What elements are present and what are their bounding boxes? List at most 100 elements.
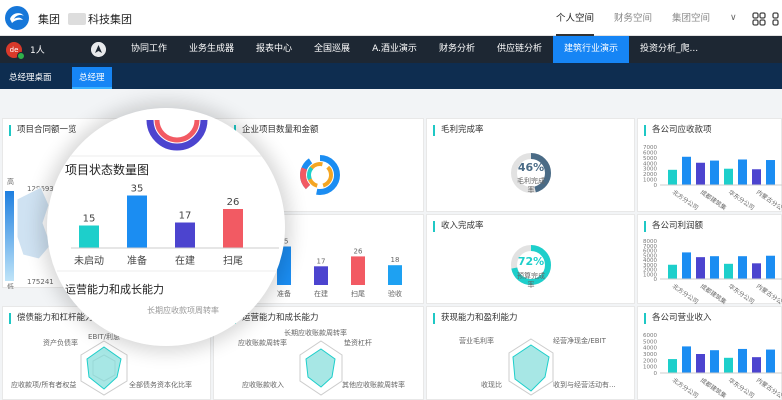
company-bar[interactable]	[752, 263, 761, 279]
gauge-percent: 46%	[518, 161, 544, 174]
avatar[interactable]: de	[6, 41, 25, 60]
sub-tab-bar: 总经理桌面 总经理	[0, 63, 782, 89]
nav-item-finance[interactable]: 财务分析	[428, 36, 486, 63]
nav-item-reports[interactable]: 报表中心	[245, 36, 303, 63]
status-bar[interactable]	[223, 209, 243, 248]
company-bar[interactable]	[668, 169, 677, 185]
company-bar[interactable]	[682, 252, 691, 279]
radar-label: 营业毛利率	[459, 336, 494, 345]
chevron-down-icon[interactable]: ∨	[730, 13, 737, 23]
company-bar[interactable]	[738, 256, 747, 279]
tab-group-space[interactable]: 集团空间	[672, 0, 710, 36]
status-bar-chart: 15 未启动 35 准备 17 在建 26 扫尾	[71, 184, 279, 267]
radar-area[interactable]	[512, 344, 550, 392]
lens-section-title: 运营能力和成长能力	[65, 282, 164, 296]
y-tick-label: 0	[654, 277, 658, 283]
status-category-label: 未启动	[74, 254, 104, 267]
status-bar-small[interactable]	[351, 256, 365, 285]
tab-personal-space[interactable]: 个人空间	[556, 0, 595, 36]
nav-item-builder[interactable]: 业务生成器	[178, 36, 245, 63]
x-category-label: 北方分公司	[671, 376, 700, 400]
company-bar[interactable]	[738, 159, 747, 185]
y-tick-label: 4000	[643, 346, 657, 352]
company-bar[interactable]	[696, 162, 705, 185]
status-category-label-small: 验收	[388, 289, 402, 298]
radar-label: 应收款项/所有者权益	[11, 380, 76, 389]
panel-receivable: 各公司应收款项 7000 6000 5000 4000 3000 2000 1000 0 北方分…	[637, 118, 782, 212]
profit-bar-chart: 800070006000500040003000200010000北方分公司 成都…	[643, 239, 782, 305]
radar-area[interactable]	[86, 346, 122, 390]
legend-low: 低	[7, 282, 14, 289]
status-bar[interactable]	[175, 222, 195, 249]
tab-gm-desktop[interactable]: 总经理桌面	[2, 67, 59, 89]
lens-chart-title: 项目状态数量图	[65, 162, 149, 177]
radar-label: 长期应收账款周转率	[284, 328, 347, 337]
y-tick-label: 3000	[643, 352, 657, 358]
company-bar[interactable]	[752, 357, 761, 373]
revenue-rate-gauge: 72% 预算完成 率	[511, 245, 551, 289]
company-bar[interactable]	[682, 346, 691, 373]
panel-revenue-rate: 收入完成率 72% 预算完成 率	[426, 214, 635, 304]
user-name: 1人	[30, 46, 45, 56]
nav-item-construction-demo[interactable]: 建筑行业演示	[552, 36, 629, 63]
company-bar[interactable]	[682, 156, 691, 185]
company-bar[interactable]	[766, 160, 775, 185]
company-bar[interactable]	[696, 354, 705, 373]
nav-item-collab[interactable]: 协同工作	[120, 36, 178, 63]
company-bar[interactable]	[724, 168, 733, 185]
status-bar[interactable]	[79, 225, 99, 249]
gross-margin-gauge: 46% 毛利完成 率	[511, 153, 551, 194]
status-bar-small[interactable]	[314, 266, 328, 285]
company-bar[interactable]	[668, 359, 677, 373]
y-tick-label: 1000	[643, 365, 657, 371]
company-bar[interactable]	[710, 350, 719, 373]
company-bar[interactable]	[696, 257, 705, 279]
status-bar-small[interactable]	[388, 265, 402, 285]
company-bar[interactable]	[724, 263, 733, 279]
lens-ring-fragment	[154, 119, 200, 143]
x-category-label: 成都建筑集	[699, 188, 728, 212]
radar-label: 经营净现金/EBIT	[553, 336, 607, 345]
company-bar[interactable]	[766, 255, 775, 279]
company-bar[interactable]	[738, 348, 747, 373]
op-revenue-bar-chart: 6000500040003000200010000 北方分公司 成都建筑集 华东分公司…	[643, 333, 782, 400]
tab-finance-space[interactable]: 财务空间	[614, 0, 652, 36]
company-bar[interactable]	[766, 349, 775, 373]
radar-label: 收到与经营活动有...	[553, 380, 616, 389]
status-category-label: 在建	[175, 254, 195, 267]
dashboard-screen: 集团 科技集团 个人空间 财务空间 集团空间 ∨ de 1人 协同工作 业务生成…	[0, 0, 782, 400]
nav-item-liquor-demo[interactable]: A.酒业演示	[361, 36, 428, 63]
x-category-label: 华东分公司	[727, 188, 756, 212]
radar-label: 应收账款周转率	[238, 338, 287, 347]
nav-item-roadshow[interactable]: 全国巡展	[303, 36, 361, 63]
nav-items: 协同工作 业务生成器 报表中心 全国巡展 A.酒业演示 财务分析 供应链分析 建…	[120, 36, 709, 63]
company-bar[interactable]	[710, 256, 719, 279]
status-value-label: 17	[179, 211, 192, 222]
status-category-label: 准备	[127, 254, 147, 267]
status-category-label-small: 在建	[314, 289, 328, 298]
radar-area[interactable]	[305, 348, 336, 388]
x-category-label: 北方分公司	[671, 282, 700, 305]
more-icon[interactable]	[772, 12, 782, 26]
map-region[interactable]	[16, 186, 52, 260]
status-category-label: 扫尾	[223, 254, 243, 267]
tab-gm[interactable]: 总经理	[72, 67, 112, 89]
status-bar[interactable]	[127, 195, 147, 249]
company-bar[interactable]	[724, 357, 733, 373]
radar-label: 全部债务资本化比率	[129, 380, 192, 389]
x-category-label: 内蒙古分公	[755, 188, 782, 212]
radar-label: 垫资杠杆	[344, 338, 372, 347]
navigation-compass-icon[interactable]	[91, 42, 106, 57]
apps-grid-icon[interactable]	[752, 12, 766, 26]
brand-name: 集团 科技集团	[38, 11, 132, 27]
panel-op-revenue: 各公司营业收入 6000 5000 4000 3000 2000 1000 0 北方分公司 成都…	[637, 306, 782, 400]
company-logo-icon	[5, 6, 29, 30]
gauge-label-1: 毛利完成	[517, 176, 545, 185]
nav-item-investment[interactable]: 投资分析_爬...	[629, 36, 709, 63]
company-bar[interactable]	[668, 264, 677, 279]
company-bar[interactable]	[752, 169, 761, 185]
nav-item-supply-chain[interactable]: 供应链分析	[486, 36, 553, 63]
company-bar[interactable]	[710, 160, 719, 185]
panel-operating: 运营能力和成长能力 长期应收账款周转率 垫资杠杆 应收账款周转率 其他应收账款周…	[213, 306, 424, 400]
user-menu[interactable]: de 1人	[0, 36, 78, 63]
